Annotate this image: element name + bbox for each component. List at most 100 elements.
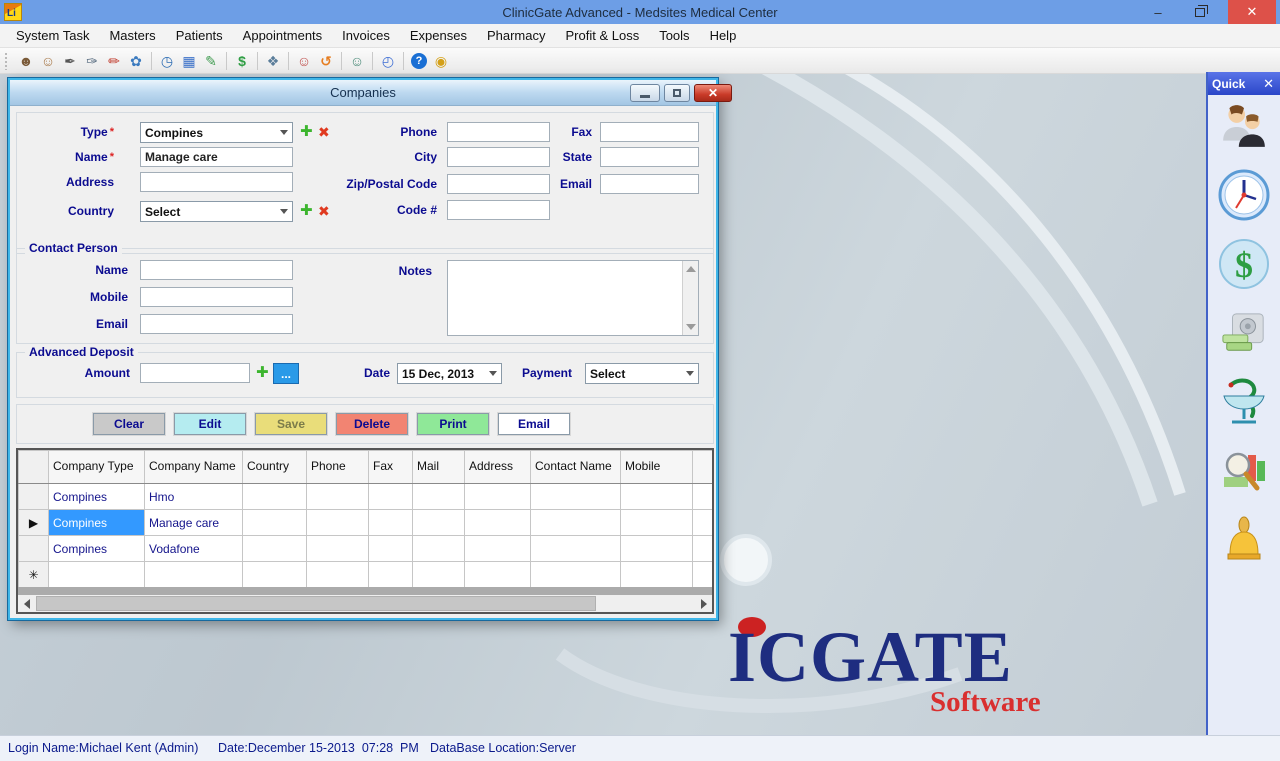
row-selector-cell[interactable]: ▶: [19, 510, 49, 536]
dialog-title-bar[interactable]: Companies: [10, 80, 716, 106]
scroll-up-icon[interactable]: [686, 266, 696, 272]
new-row-indicator[interactable]: ✳: [19, 562, 49, 588]
grid-cell-name[interactable]: Hmo: [145, 484, 243, 510]
scrollbar-thumb[interactable]: [36, 596, 596, 611]
dollar-icon[interactable]: $: [231, 50, 253, 72]
dialog-minimize-button[interactable]: [630, 84, 660, 102]
row-selector-cell[interactable]: [19, 536, 49, 562]
scroll-left-icon[interactable]: [18, 595, 35, 612]
print-button[interactable]: Print: [417, 413, 489, 435]
dialog-maximize-button[interactable]: [664, 84, 690, 102]
payment-combobox[interactable]: Select: [585, 363, 699, 384]
grid-cell[interactable]: [531, 562, 621, 588]
clear-button[interactable]: Clear: [93, 413, 165, 435]
grid-cell[interactable]: [693, 510, 713, 536]
grid-cell[interactable]: [413, 510, 465, 536]
dialog-close-button[interactable]: ✕: [694, 84, 732, 102]
grid-cell[interactable]: [243, 510, 307, 536]
grid-cell[interactable]: [49, 562, 145, 588]
billing-dollar-icon[interactable]: $: [1218, 238, 1270, 290]
procedures-icon[interactable]: ✿: [125, 50, 147, 72]
grid-cell[interactable]: [465, 484, 531, 510]
grid-cell[interactable]: [693, 484, 713, 510]
alarm-icon[interactable]: ◴: [377, 50, 399, 72]
menu-patients[interactable]: Patients: [166, 24, 233, 48]
zip-input[interactable]: [447, 174, 550, 194]
grid-cell[interactable]: [145, 562, 243, 588]
quick-panel-close-icon[interactable]: ✕: [1263, 76, 1280, 92]
column-header-mail[interactable]: Mail: [413, 451, 465, 484]
grid-cell[interactable]: [693, 536, 713, 562]
grid-cell[interactable]: [413, 562, 465, 588]
calendar-icon[interactable]: ▦: [178, 50, 200, 72]
fax-input[interactable]: [600, 122, 699, 142]
patient-record-icon[interactable]: ☺: [293, 50, 315, 72]
minimize-button[interactable]: –: [1140, 0, 1176, 24]
column-header-country[interactable]: Country: [243, 451, 307, 484]
grid-cell[interactable]: [621, 484, 693, 510]
grid-cell[interactable]: [621, 562, 693, 588]
scroll-right-icon[interactable]: [695, 595, 712, 612]
menu-masters[interactable]: Masters: [99, 24, 165, 48]
patients-icon[interactable]: [1218, 100, 1270, 152]
expenses-cash-icon[interactable]: [1218, 307, 1270, 359]
menu-system-task[interactable]: System Task: [6, 24, 99, 48]
address-input[interactable]: [140, 172, 293, 192]
grid-cell[interactable]: [369, 536, 413, 562]
code-input[interactable]: [447, 200, 550, 220]
type-combobox[interactable]: Compines: [140, 122, 293, 143]
menu-invoices[interactable]: Invoices: [332, 24, 400, 48]
contact-name-input[interactable]: [140, 260, 293, 280]
grid-horizontal-scrollbar[interactable]: [18, 595, 712, 612]
edit-button[interactable]: Edit: [174, 413, 246, 435]
grid-cell-type[interactable]: Compines: [49, 484, 145, 510]
bell-icon[interactable]: ◉: [430, 50, 452, 72]
amount-add-icon[interactable]: ✚: [256, 363, 269, 383]
contact-email-input[interactable]: [140, 314, 293, 334]
restore-button[interactable]: [1182, 0, 1218, 24]
grid-cell[interactable]: [465, 536, 531, 562]
menu-appointments[interactable]: Appointments: [233, 24, 333, 48]
name-input[interactable]: [140, 147, 293, 167]
grid-cell[interactable]: [369, 510, 413, 536]
column-header-partial[interactable]: [693, 451, 713, 484]
grid-cell[interactable]: [243, 536, 307, 562]
contact-mobile-input[interactable]: [140, 287, 293, 307]
grid-cell[interactable]: [307, 484, 369, 510]
delete-button[interactable]: Delete: [336, 413, 408, 435]
grid-cell[interactable]: [413, 484, 465, 510]
city-input[interactable]: [447, 147, 550, 167]
close-button[interactable]: ✕: [1228, 0, 1276, 24]
notes-textarea[interactable]: [447, 260, 699, 336]
column-header-mobile[interactable]: Mobile: [621, 451, 693, 484]
reports-analysis-icon[interactable]: [1218, 445, 1270, 497]
amount-input[interactable]: [140, 363, 250, 383]
medicine-icon[interactable]: ❖: [262, 50, 284, 72]
signature-icon[interactable]: ✒: [59, 50, 81, 72]
grid-cell[interactable]: [465, 510, 531, 536]
grid-corner-cell[interactable]: [19, 451, 49, 484]
column-header-contact-name[interactable]: Contact Name: [531, 451, 621, 484]
appointments-clock-icon[interactable]: [1218, 169, 1270, 221]
country-combobox[interactable]: Select: [140, 201, 293, 222]
save-button[interactable]: Save: [255, 413, 327, 435]
reminders-bell-icon[interactable]: [1218, 514, 1270, 566]
grid-cell[interactable]: [531, 536, 621, 562]
email-button[interactable]: Email: [498, 413, 570, 435]
grid-cell-type[interactable]: Compines: [49, 536, 145, 562]
column-header-fax[interactable]: Fax: [369, 451, 413, 484]
grid-cell[interactable]: [307, 562, 369, 588]
column-header-address[interactable]: Address: [465, 451, 531, 484]
date-combobox[interactable]: 15 Dec, 2013: [397, 363, 502, 384]
scroll-down-icon[interactable]: [686, 324, 696, 330]
grid-cell[interactable]: [307, 536, 369, 562]
grid-cell[interactable]: [531, 510, 621, 536]
microscope-icon[interactable]: ✑: [81, 50, 103, 72]
column-header-company-name[interactable]: Company Name: [145, 451, 243, 484]
grid-cell[interactable]: [369, 484, 413, 510]
grid-cell-name[interactable]: Manage care: [145, 510, 243, 536]
grid-cell[interactable]: [465, 562, 531, 588]
grid-cell[interactable]: [693, 562, 713, 588]
undo-arrow-icon[interactable]: ↺: [315, 50, 337, 72]
grid-cell[interactable]: [243, 562, 307, 588]
